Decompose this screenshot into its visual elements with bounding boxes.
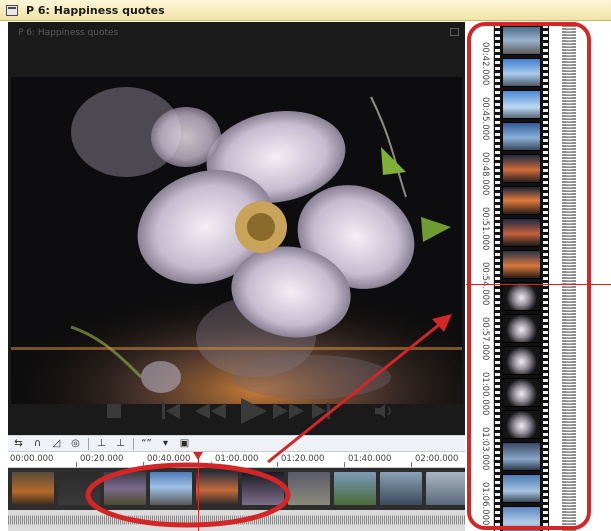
ruler-label: 01:00.000 — [480, 372, 490, 416]
maximize-preview-icon[interactable] — [450, 28, 459, 36]
loop-icon[interactable]: ⇆ — [12, 438, 25, 450]
title-bar: P 6: Happiness quotes — [0, 0, 611, 21]
ruler-label: 02:00.000 — [415, 454, 459, 464]
filmstrip-frame[interactable] — [502, 474, 541, 503]
ruler-label: 00:48.000 — [480, 152, 490, 196]
toolbar-divider — [133, 437, 134, 450]
fast-forward-icon[interactable] — [272, 392, 306, 430]
ruler-label: 00:51.000 — [480, 207, 490, 251]
vertical-playhead[interactable] — [466, 284, 611, 285]
filmstrip-frame[interactable] — [502, 26, 541, 55]
timeline-audio-track[interactable] — [8, 510, 465, 531]
ruler-tick — [411, 462, 412, 467]
clip-thumbnail[interactable] — [104, 472, 146, 505]
rewind-icon[interactable] — [194, 392, 228, 430]
clip-thumbnail[interactable] — [58, 472, 100, 505]
ruler-tick — [76, 462, 77, 467]
ruler-label: 00:45.000 — [480, 97, 490, 141]
filmstrip-frame[interactable] — [502, 186, 541, 215]
transport-controls — [8, 392, 465, 430]
filmstrip-frame[interactable] — [502, 90, 541, 119]
timeline-toolbar: ⇆ ∩ ◿ ◎ ⊥ ⊥ “” ▾ ▣ — [8, 435, 465, 451]
ruler-tick — [143, 462, 144, 467]
clip-thumbnail[interactable] — [380, 472, 422, 505]
clip-thumbnail[interactable] — [288, 472, 330, 505]
ruler-label: 00:42.000 — [480, 42, 490, 86]
ruler-label: 00:20.000 — [80, 454, 124, 464]
timeline-playhead[interactable] — [198, 455, 199, 531]
timeline-ruler[interactable]: 00:00.000 00:20.000 00:40.000 01:00.000 … — [8, 451, 465, 468]
clip-thumbnail[interactable] — [426, 472, 465, 505]
quote-icon[interactable]: “” — [140, 438, 153, 450]
vertical-timeline-panel[interactable]: 00:42.000 00:45.000 00:48.000 00:51.000 … — [466, 22, 611, 531]
volume-ramp-icon[interactable]: ◿ — [50, 438, 63, 450]
toolbar-divider — [88, 437, 89, 450]
filmstrip-frame[interactable] — [502, 506, 541, 531]
ruler-label: 01:03.000 — [480, 427, 490, 471]
dropdown-arrow-icon[interactable]: ▾ — [159, 438, 172, 450]
panel-side-margin — [586, 22, 611, 531]
filmstrip-frame[interactable] — [502, 250, 541, 279]
ruler-label: 01:06.000 — [480, 482, 490, 526]
video-preview[interactable]: P 6: Happiness quotes — [8, 22, 465, 435]
headphones-icon[interactable]: ∩ — [31, 438, 44, 450]
ruler-tick — [277, 462, 278, 467]
ruler-label: 00:40.000 — [147, 454, 191, 464]
filmstrip-frame[interactable] — [502, 314, 541, 343]
audio-waveform — [8, 515, 465, 525]
disc-icon[interactable]: ◎ — [69, 438, 82, 450]
ruler-tick — [211, 462, 212, 467]
ruler-label: 01:40.000 — [348, 454, 392, 464]
app-window: P 6: Happiness quotes P 6: Happiness quo… — [0, 0, 611, 531]
ruler-label: 00:00.000 — [10, 454, 54, 464]
stop-icon[interactable] — [103, 392, 125, 430]
clip-thumbnail[interactable] — [334, 472, 376, 505]
filmstrip-frame[interactable] — [502, 58, 541, 87]
clip-thumbnail[interactable] — [196, 472, 238, 505]
filmstrip-frame[interactable] — [502, 122, 541, 151]
ruler-tick — [344, 462, 345, 467]
filmstrip-frame[interactable] — [502, 282, 541, 311]
filmstrip-frame[interactable] — [502, 410, 541, 439]
screen-icon[interactable]: ▣ — [178, 438, 191, 450]
vertical-audio-waveform[interactable] — [554, 22, 584, 531]
skip-end-icon[interactable] — [308, 392, 334, 430]
film-sprockets — [543, 22, 548, 531]
preview-title: P 6: Happiness quotes — [18, 28, 119, 38]
ruler-label: 00:57.000 — [480, 317, 490, 361]
window-icon — [6, 4, 18, 16]
filmstrip-frame[interactable] — [502, 218, 541, 247]
ruler-label: 01:00.000 — [215, 454, 259, 464]
vertical-filmstrip[interactable] — [494, 22, 549, 531]
flower-image — [11, 77, 462, 404]
skip-start-icon[interactable] — [158, 392, 184, 430]
filmstrip-frame[interactable] — [502, 442, 541, 471]
clip-thumbnail[interactable] — [12, 472, 54, 505]
split-icon[interactable]: ⊥ — [114, 438, 127, 450]
filmstrip-frame[interactable] — [502, 346, 541, 375]
window-title: P 6: Happiness quotes — [26, 3, 165, 17]
filmstrip-frame[interactable] — [502, 378, 541, 407]
ruler-label: 01:20.000 — [281, 454, 325, 464]
audio-waveform — [562, 22, 576, 531]
marker-icon[interactable]: ⊥ — [95, 438, 108, 450]
volume-icon[interactable] — [373, 392, 397, 430]
vertical-ruler[interactable]: 00:42.000 00:45.000 00:48.000 00:51.000 … — [466, 22, 494, 531]
timeline-video-track[interactable] — [8, 468, 465, 510]
play-icon[interactable] — [238, 392, 268, 430]
film-sprockets — [495, 22, 500, 531]
filmstrip-frame[interactable] — [502, 154, 541, 183]
video-frame — [11, 77, 462, 404]
clip-thumbnail[interactable] — [150, 472, 192, 505]
clip-thumbnail[interactable] — [242, 472, 284, 505]
